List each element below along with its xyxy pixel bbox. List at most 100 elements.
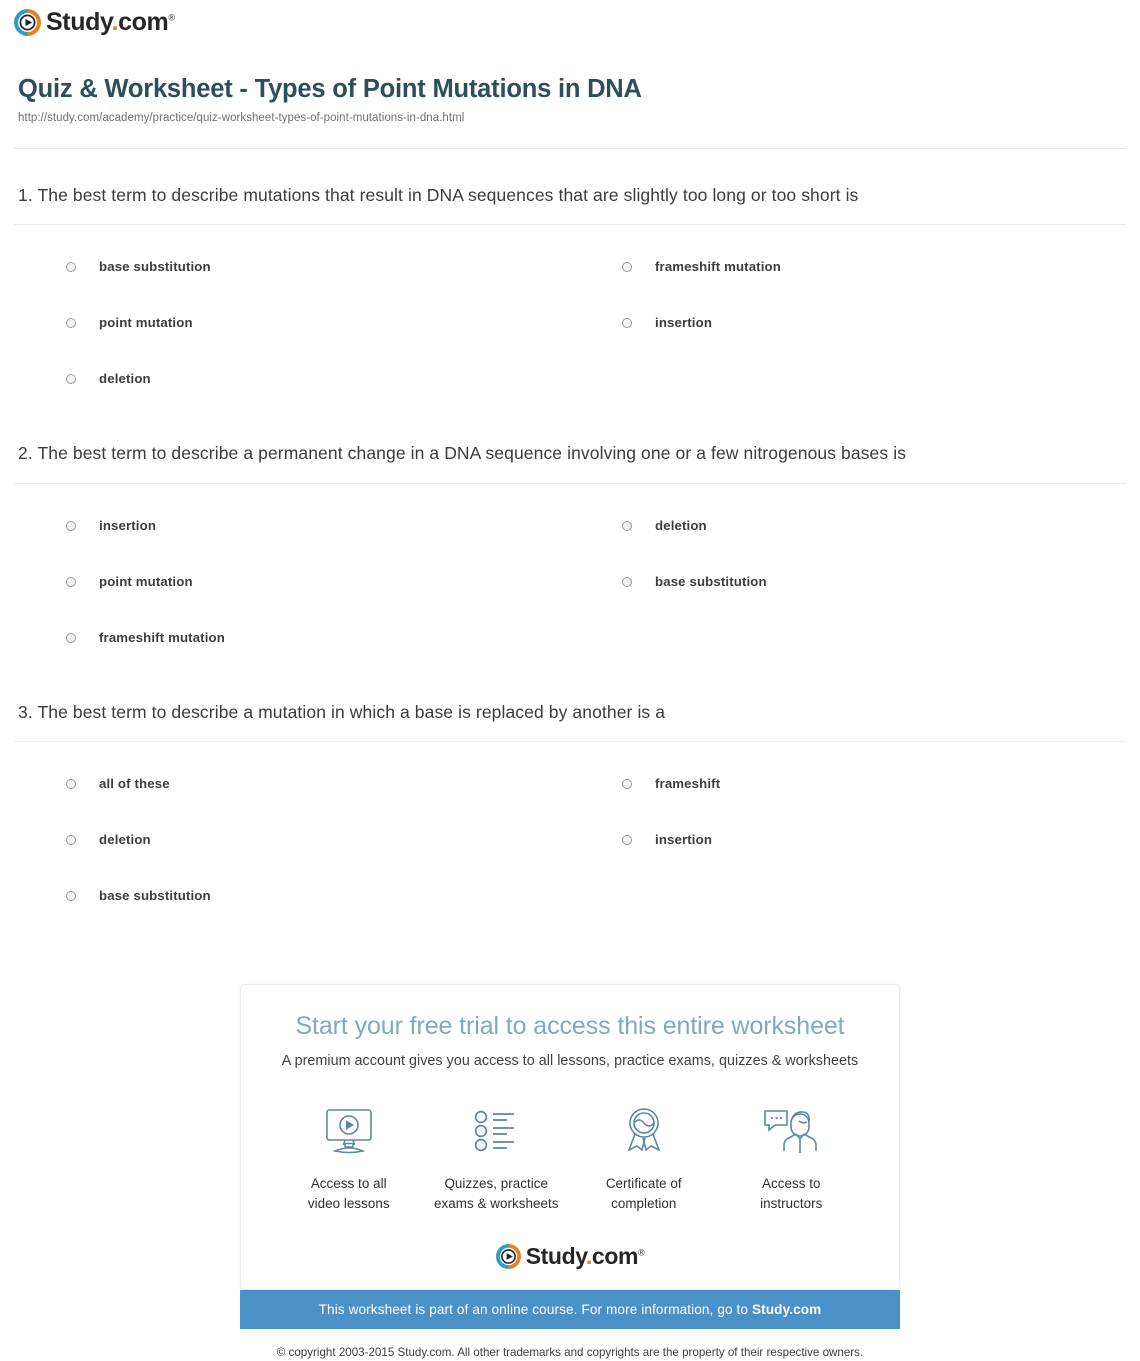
answer-option[interactable]: point mutation [14,295,570,351]
perk-item: Access to instructors [718,1102,866,1214]
answer-option[interactable]: insertion [570,295,1126,351]
questions-container: 1. The best term to describe mutations t… [0,149,1140,925]
question-block-1: 1. The best term to describe mutations t… [14,149,1126,408]
answer-option[interactable]: base substitution [14,868,570,924]
cta-logo-row: Study.com® [261,1242,879,1289]
play-circle-icon [495,1243,521,1269]
answer-label: all of these [99,776,170,792]
answer-option[interactable]: deletion [570,498,1126,554]
online-course-banner: This worksheet is part of an online cour… [240,1289,900,1329]
answer-label: frameshift mutation [655,259,781,275]
answer-option[interactable]: all of these [14,756,570,812]
answer-option[interactable]: frameshift mutation [570,239,1126,295]
radio-button-icon[interactable] [622,520,632,531]
radio-button-icon[interactable] [622,835,632,846]
radio-button-icon[interactable] [66,779,76,790]
study-com-logo[interactable]: Study.com® [14,9,175,36]
radio-button-icon[interactable] [622,779,632,790]
logo-word-main: Study [525,1242,587,1269]
answer-label: base substitution [99,888,211,904]
answer-label: deletion [655,517,707,533]
perk-label: Certificate of completion [570,1174,718,1214]
monitor-play-icon [275,1102,423,1160]
perk-label-line1: Access to [762,1175,821,1191]
answer-label: insertion [655,315,713,331]
cta-heading: Start your free trial to access this ent… [295,1012,845,1041]
perk-label: Access to instructors [718,1174,866,1214]
quiz-list-icon [423,1102,571,1160]
radio-button-icon[interactable] [66,318,76,329]
radio-button-icon[interactable] [66,262,76,273]
answer-option[interactable]: insertion [570,812,1126,868]
play-circle-icon [14,9,41,36]
logo-wordmark: Study.com® [46,10,175,35]
answer-option[interactable]: frameshift mutation [14,610,570,666]
radio-button-icon[interactable] [622,262,632,273]
logo-word-suffix: com [118,8,169,36]
perk-label-line2: instructors [760,1195,823,1211]
perk-label: Access to all video lessons [275,1174,423,1214]
perk-label-line2: completion [611,1195,677,1211]
answer-label: frameshift [655,776,721,792]
logo-word-suffix: com [591,1242,639,1269]
page-title: Quiz & Worksheet - Types of Point Mutati… [18,75,642,103]
cta-subheading: A premium account gives you access to al… [281,1053,859,1070]
radio-button-icon[interactable] [66,374,76,385]
answer-options: all of these frameshift deletion inserti… [14,742,1126,924]
free-trial-card: Start your free trial to access this ent… [240,984,900,1290]
perk-item: Access to all video lessons [275,1102,423,1214]
copyright-line-1: © copyright 2003-2015 Study.com. All oth… [276,1345,864,1359]
answer-label: base substitution [655,573,767,589]
question-block-3: 3. The best term to describe a mutation … [14,666,1126,925]
award-ribbon-icon [570,1102,718,1160]
perk-label-line2: exams & worksheets [434,1195,559,1211]
radio-button-icon[interactable] [622,318,632,329]
answer-option[interactable]: base substitution [570,554,1126,610]
answer-option[interactable]: frameshift [570,756,1126,812]
answer-label: frameshift mutation [99,629,225,645]
banner-text: This worksheet is part of an online cour… [318,1301,752,1317]
perks-list: Access to all video lessons Quizzes, pra… [261,1102,879,1214]
answer-label: point mutation [99,315,193,331]
header-brand-row: Study.com® [0,0,1140,50]
logo-wordmark: Study.com® [525,1242,645,1269]
answer-option[interactable]: deletion [14,812,570,868]
answer-options: insertion deletion point mutation base s… [14,484,1126,666]
radio-button-icon[interactable] [622,576,632,587]
answer-options: base substitution frameshift mutation po… [14,225,1126,407]
title-block: Quiz & Worksheet - Types of Point Mutati… [0,50,1140,126]
answer-option[interactable]: point mutation [14,554,570,610]
answer-label: deletion [99,832,151,848]
answer-option[interactable]: deletion [14,351,570,407]
perk-item: Certificate of completion [570,1102,718,1214]
banner-link[interactable]: Study.com [752,1302,821,1317]
answer-option[interactable]: insertion [14,498,570,554]
question-text: 2. The best term to describe a permanent… [18,443,907,464]
perk-label-line1: Certificate of [605,1175,682,1191]
copyright-footer: © copyright 2003-2015 Study.com. All oth… [0,1329,1140,1361]
worksheet-url: http://study.com/academy/practice/quiz-w… [18,111,465,124]
answer-label: point mutation [99,573,193,589]
logo-trademark: ® [168,12,175,23]
question-text: 1. The best term to describe mutations t… [18,184,859,205]
instructor-chat-icon [718,1102,866,1160]
answer-label: base substitution [99,259,211,275]
perk-item: Quizzes, practice exams & worksheets [423,1102,571,1214]
answer-label: insertion [655,832,713,848]
perk-label-line2: video lessons [307,1195,390,1211]
answer-option[interactable]: base substitution [14,239,570,295]
cta-section: Start your free trial to access this ent… [0,924,1140,1290]
logo-word-main: Study [46,8,112,36]
worksheet-page: Study.com® Quiz & Worksheet - Types of P… [0,0,1140,1361]
radio-button-icon[interactable] [66,632,76,643]
radio-button-icon[interactable] [66,835,76,846]
logo-trademark: ® [638,1247,645,1258]
radio-button-icon[interactable] [66,891,76,902]
perk-label-line1: Quizzes, practice [444,1175,549,1191]
answer-label: deletion [99,371,151,387]
perk-label: Quizzes, practice exams & worksheets [423,1174,571,1214]
study-com-logo-footer[interactable]: Study.com® [495,1242,645,1269]
radio-button-icon[interactable] [66,520,76,531]
radio-button-icon[interactable] [66,576,76,587]
perk-label-line1: Access to all [310,1175,387,1191]
